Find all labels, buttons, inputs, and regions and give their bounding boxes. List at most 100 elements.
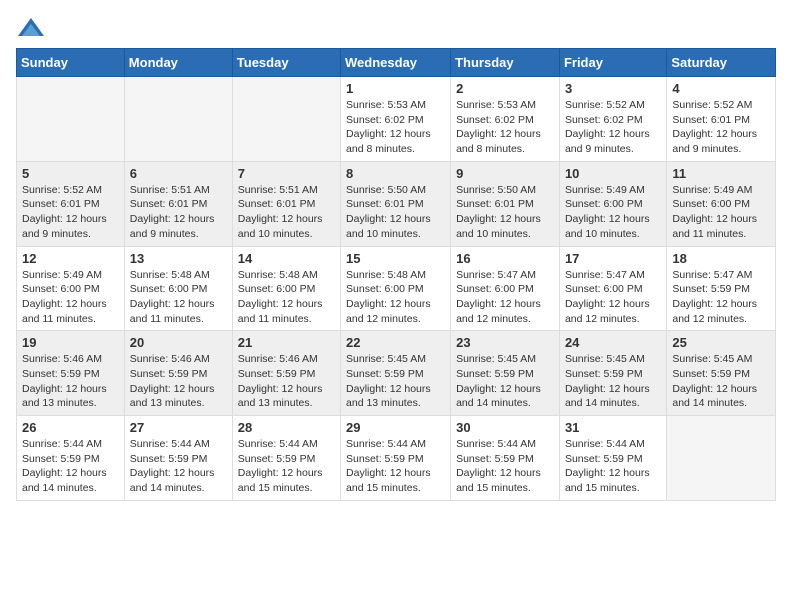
day-number: 5: [22, 166, 119, 181]
day-info: Sunrise: 5:53 AM Sunset: 6:02 PM Dayligh…: [346, 98, 445, 157]
day-info: Sunrise: 5:45 AM Sunset: 5:59 PM Dayligh…: [565, 352, 661, 411]
day-number: 24: [565, 335, 661, 350]
week-row-5: 26 Sunrise: 5:44 AM Sunset: 5:59 PM Dayli…: [17, 416, 776, 501]
day-number: 12: [22, 251, 119, 266]
day-cell: 12Sunrise: 5:49 AM Sunset: 6:00 PM Dayli…: [17, 246, 125, 331]
day-number: 20: [130, 335, 227, 350]
day-cell: 2 Sunrise: 5:53 AM Sunset: 6:02 PM Daylig…: [451, 77, 560, 162]
calendar: SundayMondayTuesdayWednesdayThursdayFrid…: [16, 48, 776, 501]
day-cell: 18Sunrise: 5:47 AM Sunset: 5:59 PM Dayli…: [667, 246, 776, 331]
day-number: 23: [456, 335, 554, 350]
day-number: 31: [565, 420, 661, 435]
day-number: 3: [565, 81, 661, 96]
day-info: Sunrise: 5:49 AM Sunset: 6:00 PM Dayligh…: [565, 183, 661, 242]
day-cell: [124, 77, 232, 162]
day-info: Sunrise: 5:51 AM Sunset: 6:01 PM Dayligh…: [238, 183, 335, 242]
week-row-3: 12Sunrise: 5:49 AM Sunset: 6:00 PM Dayli…: [17, 246, 776, 331]
day-info: Sunrise: 5:51 AM Sunset: 6:01 PM Dayligh…: [130, 183, 227, 242]
day-info: Sunrise: 5:48 AM Sunset: 6:00 PM Dayligh…: [130, 268, 227, 327]
logo-icon: [16, 16, 46, 40]
day-info: Sunrise: 5:44 AM Sunset: 5:59 PM Dayligh…: [130, 437, 227, 496]
day-info: Sunrise: 5:44 AM Sunset: 5:59 PM Dayligh…: [22, 437, 119, 496]
day-number: 29: [346, 420, 445, 435]
day-number: 14: [238, 251, 335, 266]
day-number: 9: [456, 166, 554, 181]
weekday-header-friday: Friday: [559, 49, 666, 77]
day-info: Sunrise: 5:46 AM Sunset: 5:59 PM Dayligh…: [130, 352, 227, 411]
day-info: Sunrise: 5:44 AM Sunset: 5:59 PM Dayligh…: [565, 437, 661, 496]
day-number: 30: [456, 420, 554, 435]
day-info: Sunrise: 5:45 AM Sunset: 5:59 PM Dayligh…: [672, 352, 770, 411]
day-cell: 23 Sunrise: 5:45 AM Sunset: 5:59 PM Dayli…: [451, 331, 560, 416]
day-number: 22: [346, 335, 445, 350]
day-number: 17: [565, 251, 661, 266]
day-info: Sunrise: 5:53 AM Sunset: 6:02 PM Dayligh…: [456, 98, 554, 157]
weekday-header-row: SundayMondayTuesdayWednesdayThursdayFrid…: [17, 49, 776, 77]
day-cell: 17 Sunrise: 5:47 AM Sunset: 6:00 PM Dayli…: [559, 246, 666, 331]
day-cell: 19Sunrise: 5:46 AM Sunset: 5:59 PM Dayli…: [17, 331, 125, 416]
day-cell: 31 Sunrise: 5:44 AM Sunset: 5:59 PM Dayli…: [559, 416, 666, 501]
day-cell: 30 Sunrise: 5:44 AM Sunset: 5:59 PM Dayli…: [451, 416, 560, 501]
day-info: Sunrise: 5:48 AM Sunset: 6:00 PM Dayligh…: [346, 268, 445, 327]
day-cell: 10 Sunrise: 5:49 AM Sunset: 6:00 PM Dayli…: [559, 161, 666, 246]
day-info: Sunrise: 5:52 AM Sunset: 6:01 PM Dayligh…: [22, 183, 119, 242]
day-info: Sunrise: 5:50 AM Sunset: 6:01 PM Dayligh…: [456, 183, 554, 242]
day-number: 6: [130, 166, 227, 181]
day-number: 25: [672, 335, 770, 350]
logo: [16, 16, 50, 40]
week-row-1: 1Sunrise: 5:53 AM Sunset: 6:02 PM Daylig…: [17, 77, 776, 162]
day-cell: [17, 77, 125, 162]
day-info: Sunrise: 5:49 AM Sunset: 6:00 PM Dayligh…: [672, 183, 770, 242]
day-cell: 7 Sunrise: 5:51 AM Sunset: 6:01 PM Daylig…: [232, 161, 340, 246]
day-cell: [232, 77, 340, 162]
day-cell: 20 Sunrise: 5:46 AM Sunset: 5:59 PM Dayli…: [124, 331, 232, 416]
day-number: 2: [456, 81, 554, 96]
day-cell: 26 Sunrise: 5:44 AM Sunset: 5:59 PM Dayli…: [17, 416, 125, 501]
day-number: 4: [672, 81, 770, 96]
day-number: 16: [456, 251, 554, 266]
day-number: 15: [346, 251, 445, 266]
day-cell: 1Sunrise: 5:53 AM Sunset: 6:02 PM Daylig…: [341, 77, 451, 162]
day-cell: 29 Sunrise: 5:44 AM Sunset: 5:59 PM Dayli…: [341, 416, 451, 501]
day-number: 19: [22, 335, 119, 350]
day-cell: 22 Sunrise: 5:45 AM Sunset: 5:59 PM Dayli…: [341, 331, 451, 416]
week-row-2: 5 Sunrise: 5:52 AM Sunset: 6:01 PM Daylig…: [17, 161, 776, 246]
day-number: 10: [565, 166, 661, 181]
day-cell: [667, 416, 776, 501]
day-cell: 3 Sunrise: 5:52 AM Sunset: 6:02 PM Daylig…: [559, 77, 666, 162]
header: [16, 16, 776, 40]
day-info: Sunrise: 5:47 AM Sunset: 6:00 PM Dayligh…: [456, 268, 554, 327]
day-info: Sunrise: 5:44 AM Sunset: 5:59 PM Dayligh…: [456, 437, 554, 496]
day-cell: 15 Sunrise: 5:48 AM Sunset: 6:00 PM Dayli…: [341, 246, 451, 331]
day-cell: 5 Sunrise: 5:52 AM Sunset: 6:01 PM Daylig…: [17, 161, 125, 246]
day-number: 11: [672, 166, 770, 181]
day-cell: 14Sunrise: 5:48 AM Sunset: 6:00 PM Dayli…: [232, 246, 340, 331]
day-cell: 8 Sunrise: 5:50 AM Sunset: 6:01 PM Daylig…: [341, 161, 451, 246]
day-number: 18: [672, 251, 770, 266]
day-cell: 6 Sunrise: 5:51 AM Sunset: 6:01 PM Daylig…: [124, 161, 232, 246]
day-info: Sunrise: 5:52 AM Sunset: 6:02 PM Dayligh…: [565, 98, 661, 157]
week-row-4: 19 Sunrise: 5:46 AM Sunset: 5:59 PM Dayli…: [17, 331, 776, 416]
day-info: Sunrise: 5:46 AM Sunset: 5:59 PM Dayligh…: [238, 352, 335, 411]
weekday-header-saturday: Saturday: [667, 49, 776, 77]
day-info: Sunrise: 5:52 AM Sunset: 6:01 PM Dayligh…: [672, 98, 770, 157]
day-number: 21: [238, 335, 335, 350]
day-number: 26: [22, 420, 119, 435]
day-info: Sunrise: 5:50 AM Sunset: 6:01 PM Dayligh…: [346, 183, 445, 242]
day-cell: 28Sunrise: 5:44 AM Sunset: 5:59 PM Dayli…: [232, 416, 340, 501]
day-info: Sunrise: 5:44 AM Sunset: 5:59 PM Dayligh…: [238, 437, 335, 496]
day-cell: 21 Sunrise: 5:46 AM Sunset: 5:59 PM Dayli…: [232, 331, 340, 416]
day-cell: 27 Sunrise: 5:44 AM Sunset: 5:59 PM Dayli…: [124, 416, 232, 501]
day-cell: 11 Sunrise: 5:49 AM Sunset: 6:00 PM Dayli…: [667, 161, 776, 246]
day-info: Sunrise: 5:47 AM Sunset: 6:00 PM Dayligh…: [565, 268, 661, 327]
day-number: 7: [238, 166, 335, 181]
day-info: Sunrise: 5:44 AM Sunset: 5:59 PM Dayligh…: [346, 437, 445, 496]
day-cell: 9 Sunrise: 5:50 AM Sunset: 6:01 PM Daylig…: [451, 161, 560, 246]
day-number: 27: [130, 420, 227, 435]
weekday-header-thursday: Thursday: [451, 49, 560, 77]
day-number: 8: [346, 166, 445, 181]
day-info: Sunrise: 5:45 AM Sunset: 5:59 PM Dayligh…: [346, 352, 445, 411]
day-cell: 13 Sunrise: 5:48 AM Sunset: 6:00 PM Dayli…: [124, 246, 232, 331]
day-number: 13: [130, 251, 227, 266]
day-info: Sunrise: 5:45 AM Sunset: 5:59 PM Dayligh…: [456, 352, 554, 411]
